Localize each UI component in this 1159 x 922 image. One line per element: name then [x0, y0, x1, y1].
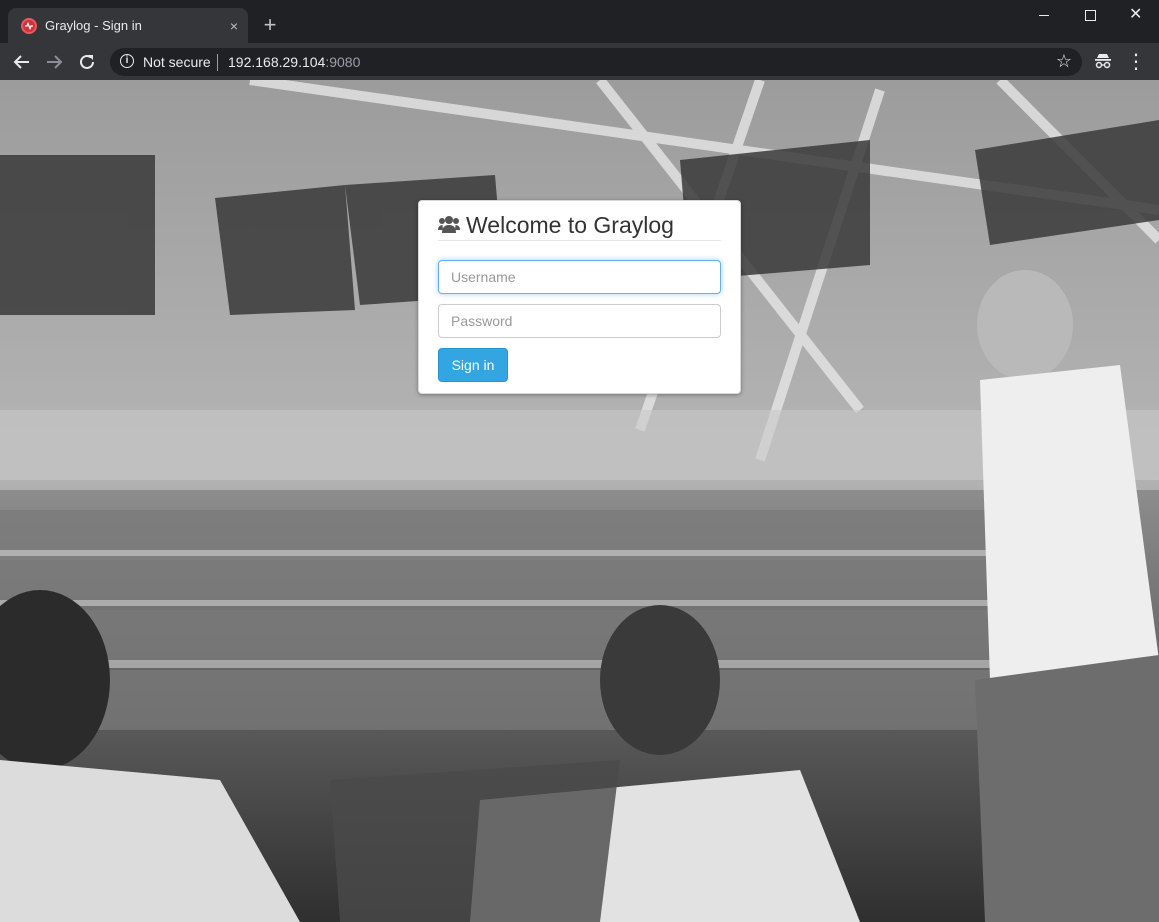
minimize-icon [1039, 15, 1049, 16]
security-label[interactable]: Not secure [143, 54, 211, 70]
omnibox-divider [217, 54, 218, 71]
tab-title: Graylog - Sign in [45, 18, 142, 33]
reload-icon [80, 54, 94, 69]
star-icon[interactable]: ☆ [1054, 51, 1074, 71]
minimize-button[interactable] [1021, 0, 1067, 32]
address-bar[interactable]: i Not secure 192.168.29.104:9080 ☆ [110, 48, 1082, 76]
close-icon: ✕ [1129, 6, 1143, 23]
browser-window: Graylog - Sign in × + ✕ i Not secure 192… [0, 0, 1159, 922]
reload-button[interactable] [74, 49, 100, 75]
kebab-menu-icon[interactable]: ⋮ [1126, 49, 1146, 75]
forward-button[interactable] [41, 49, 67, 75]
url-text[interactable]: 192.168.29.104:9080 [228, 54, 360, 70]
maximize-icon [1085, 10, 1096, 21]
login-panel: Welcome to Graylog Sign in [418, 200, 741, 394]
tab-close-icon[interactable]: × [226, 18, 242, 34]
info-icon[interactable]: i [120, 54, 134, 68]
page-title: Welcome to Graylog [466, 212, 674, 238]
url-port: :9080 [325, 54, 361, 70]
login-heading: Welcome to Graylog [438, 210, 721, 241]
close-window-button[interactable]: ✕ [1113, 0, 1159, 32]
incognito-extension-icon[interactable] [1093, 49, 1113, 75]
new-tab-button[interactable]: + [260, 14, 280, 36]
tab-strip: Graylog - Sign in × + ✕ [0, 0, 1159, 43]
back-button[interactable] [9, 49, 35, 75]
back-arrow-icon [13, 55, 29, 69]
maximize-button[interactable] [1067, 0, 1113, 32]
password-input[interactable] [438, 304, 721, 338]
graylog-favicon-icon [21, 18, 37, 34]
forward-arrow-icon [47, 55, 63, 69]
url-host: 192.168.29.104 [228, 54, 326, 70]
tab-graylog-sign-in[interactable]: Graylog - Sign in × [8, 8, 248, 43]
username-input[interactable] [438, 260, 721, 294]
page-content: Welcome to Graylog Sign in [0, 80, 1159, 922]
users-icon [438, 216, 460, 233]
browser-toolbar: i Not secure 192.168.29.104:9080 ☆ ⋮ [0, 43, 1159, 80]
sign-in-button[interactable]: Sign in [438, 348, 508, 382]
